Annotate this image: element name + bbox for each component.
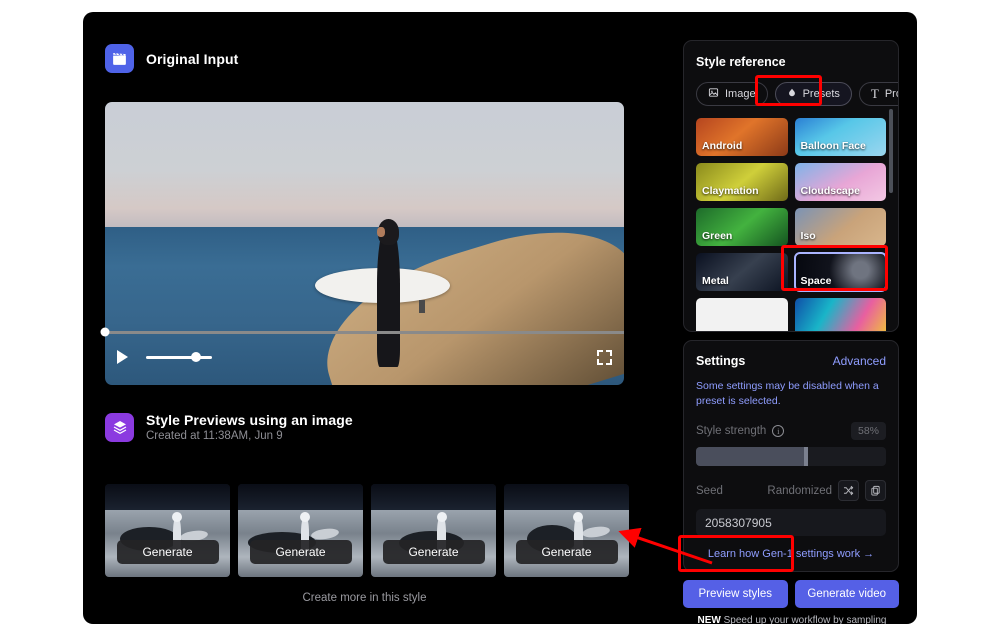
style-preview-item[interactable]: Generate — [504, 484, 629, 577]
tab-prompt-label: Prompt — [884, 88, 898, 100]
left-column: Original Input Style Previews using an i… — [100, 44, 650, 604]
generate-button[interactable]: Generate — [116, 540, 219, 564]
video-sky — [105, 102, 624, 227]
preset-iso[interactable]: Iso — [794, 208, 886, 246]
style-preview-item[interactable]: Generate — [238, 484, 363, 577]
video-surfboard-fin — [418, 300, 426, 313]
video-progress-bar[interactable] — [100, 327, 624, 337]
slider-handle[interactable] — [804, 447, 809, 467]
tab-image-label: Image — [725, 88, 756, 100]
preset-scrollbar-thumb[interactable] — [889, 109, 893, 193]
preset-label: Balloon Face — [800, 140, 866, 152]
generate-button[interactable]: Generate — [249, 540, 352, 564]
settings-header: Settings Advanced — [696, 354, 886, 368]
slider-fill — [696, 447, 807, 467]
style-preview-list: Generate Generate Generate Generate — [105, 484, 629, 577]
style-previews-header: Style Previews using an image Created at… — [105, 412, 353, 442]
progress-track — [100, 327, 624, 337]
preset-android[interactable]: Android — [696, 118, 788, 156]
clapperboard-icon — [105, 44, 134, 73]
preset-claymation[interactable]: Claymation — [696, 163, 788, 201]
preset-label: Android — [702, 140, 743, 152]
preset-metal[interactable]: Metal — [696, 253, 788, 291]
style-reference-card: Style reference Image Presets T Pr Andro… — [683, 40, 899, 332]
image-icon — [708, 87, 719, 101]
original-input-title: Original Input — [146, 50, 239, 67]
tab-presets[interactable]: Presets — [774, 82, 852, 106]
preset-cloudscape[interactable]: Cloudscape — [794, 163, 886, 201]
settings-note: Some settings may be disabled when a pre… — [696, 380, 879, 408]
seed-input[interactable]: 2058307905 — [696, 509, 886, 537]
style-strength-slider[interactable] — [696, 447, 886, 467]
advanced-link[interactable]: Advanced — [833, 354, 886, 368]
preset-green[interactable]: Green — [696, 208, 788, 246]
generate-video-button[interactable]: Generate video — [794, 580, 899, 608]
play-icon[interactable] — [117, 350, 128, 364]
volume-slider[interactable] — [146, 352, 212, 362]
style-preview-item[interactable]: Generate — [105, 484, 230, 577]
settings-title: Settings — [696, 354, 746, 368]
promo-badge: NEW — [697, 615, 721, 624]
shuffle-icon[interactable] — [838, 480, 859, 502]
player-controls — [105, 339, 624, 385]
generate-button[interactable]: Generate — [515, 540, 618, 564]
seed-row: Seed Randomized — [696, 480, 886, 502]
style-previews-subtitle: Created at 11:38AM, Jun 9 — [146, 430, 283, 442]
seed-mode-label: Randomized — [767, 484, 832, 497]
generate-button[interactable]: Generate — [382, 540, 485, 564]
preset-space[interactable]: Space — [793, 252, 887, 292]
seed-label: Seed — [696, 484, 723, 497]
preset-label: Green — [702, 230, 733, 242]
preset-row5-right[interactable] — [794, 298, 886, 331]
style-preview-item[interactable]: Generate — [371, 484, 496, 577]
style-reference-tabs: Image Presets T Prompt — [696, 82, 898, 106]
preset-label: Cloudscape — [800, 185, 861, 197]
text-t-icon: T — [870, 86, 879, 101]
promo-text: NEW Speed up your workflow by sampling v… — [681, 614, 903, 624]
create-more-link[interactable]: Create more in this style — [105, 592, 624, 604]
style-reference-title: Style reference — [696, 55, 786, 69]
style-strength-row: Style strength i 58% — [696, 422, 886, 441]
preset-grid: Android Balloon Face Claymation Cloudsca… — [696, 118, 887, 331]
video-player[interactable] — [105, 102, 624, 385]
layers-icon — [105, 412, 134, 442]
progress-knob[interactable] — [100, 327, 110, 337]
promo-body: Speed up your workflow by sampling vario… — [723, 615, 887, 624]
style-previews-title: Style Previews using an image — [146, 412, 353, 428]
preset-row5-left[interactable] — [696, 298, 788, 331]
preset-scrollbar[interactable] — [889, 109, 893, 319]
tab-image[interactable]: Image — [696, 82, 768, 106]
preset-label: Claymation — [702, 185, 759, 197]
info-icon[interactable]: i — [772, 425, 785, 438]
original-input-header: Original Input — [105, 44, 650, 73]
tab-prompt[interactable]: T Prompt — [858, 82, 898, 106]
action-buttons: Preview styles Generate video — [683, 580, 899, 608]
preset-balloon-face[interactable]: Balloon Face — [794, 118, 886, 156]
style-strength-value: 58% — [850, 422, 886, 441]
copy-icon[interactable] — [865, 480, 886, 502]
preview-styles-button[interactable]: Preview styles — [683, 580, 788, 608]
preset-label: Metal — [702, 275, 729, 287]
droplet-icon — [787, 87, 797, 101]
preset-label: Space — [800, 275, 832, 287]
style-strength-label: Style strength — [696, 425, 767, 438]
learn-settings-link[interactable]: Learn how Gen-1 settings work → — [696, 548, 886, 560]
tab-presets-label: Presets — [802, 88, 840, 100]
preset-label: Iso — [800, 230, 816, 242]
fullscreen-icon[interactable] — [597, 349, 612, 365]
app-window: Original Input Style Previews using an i… — [83, 12, 917, 624]
settings-card: Settings Advanced Some settings may be d… — [683, 340, 899, 572]
video-surfer-face — [377, 226, 386, 237]
volume-knob[interactable] — [190, 352, 201, 362]
